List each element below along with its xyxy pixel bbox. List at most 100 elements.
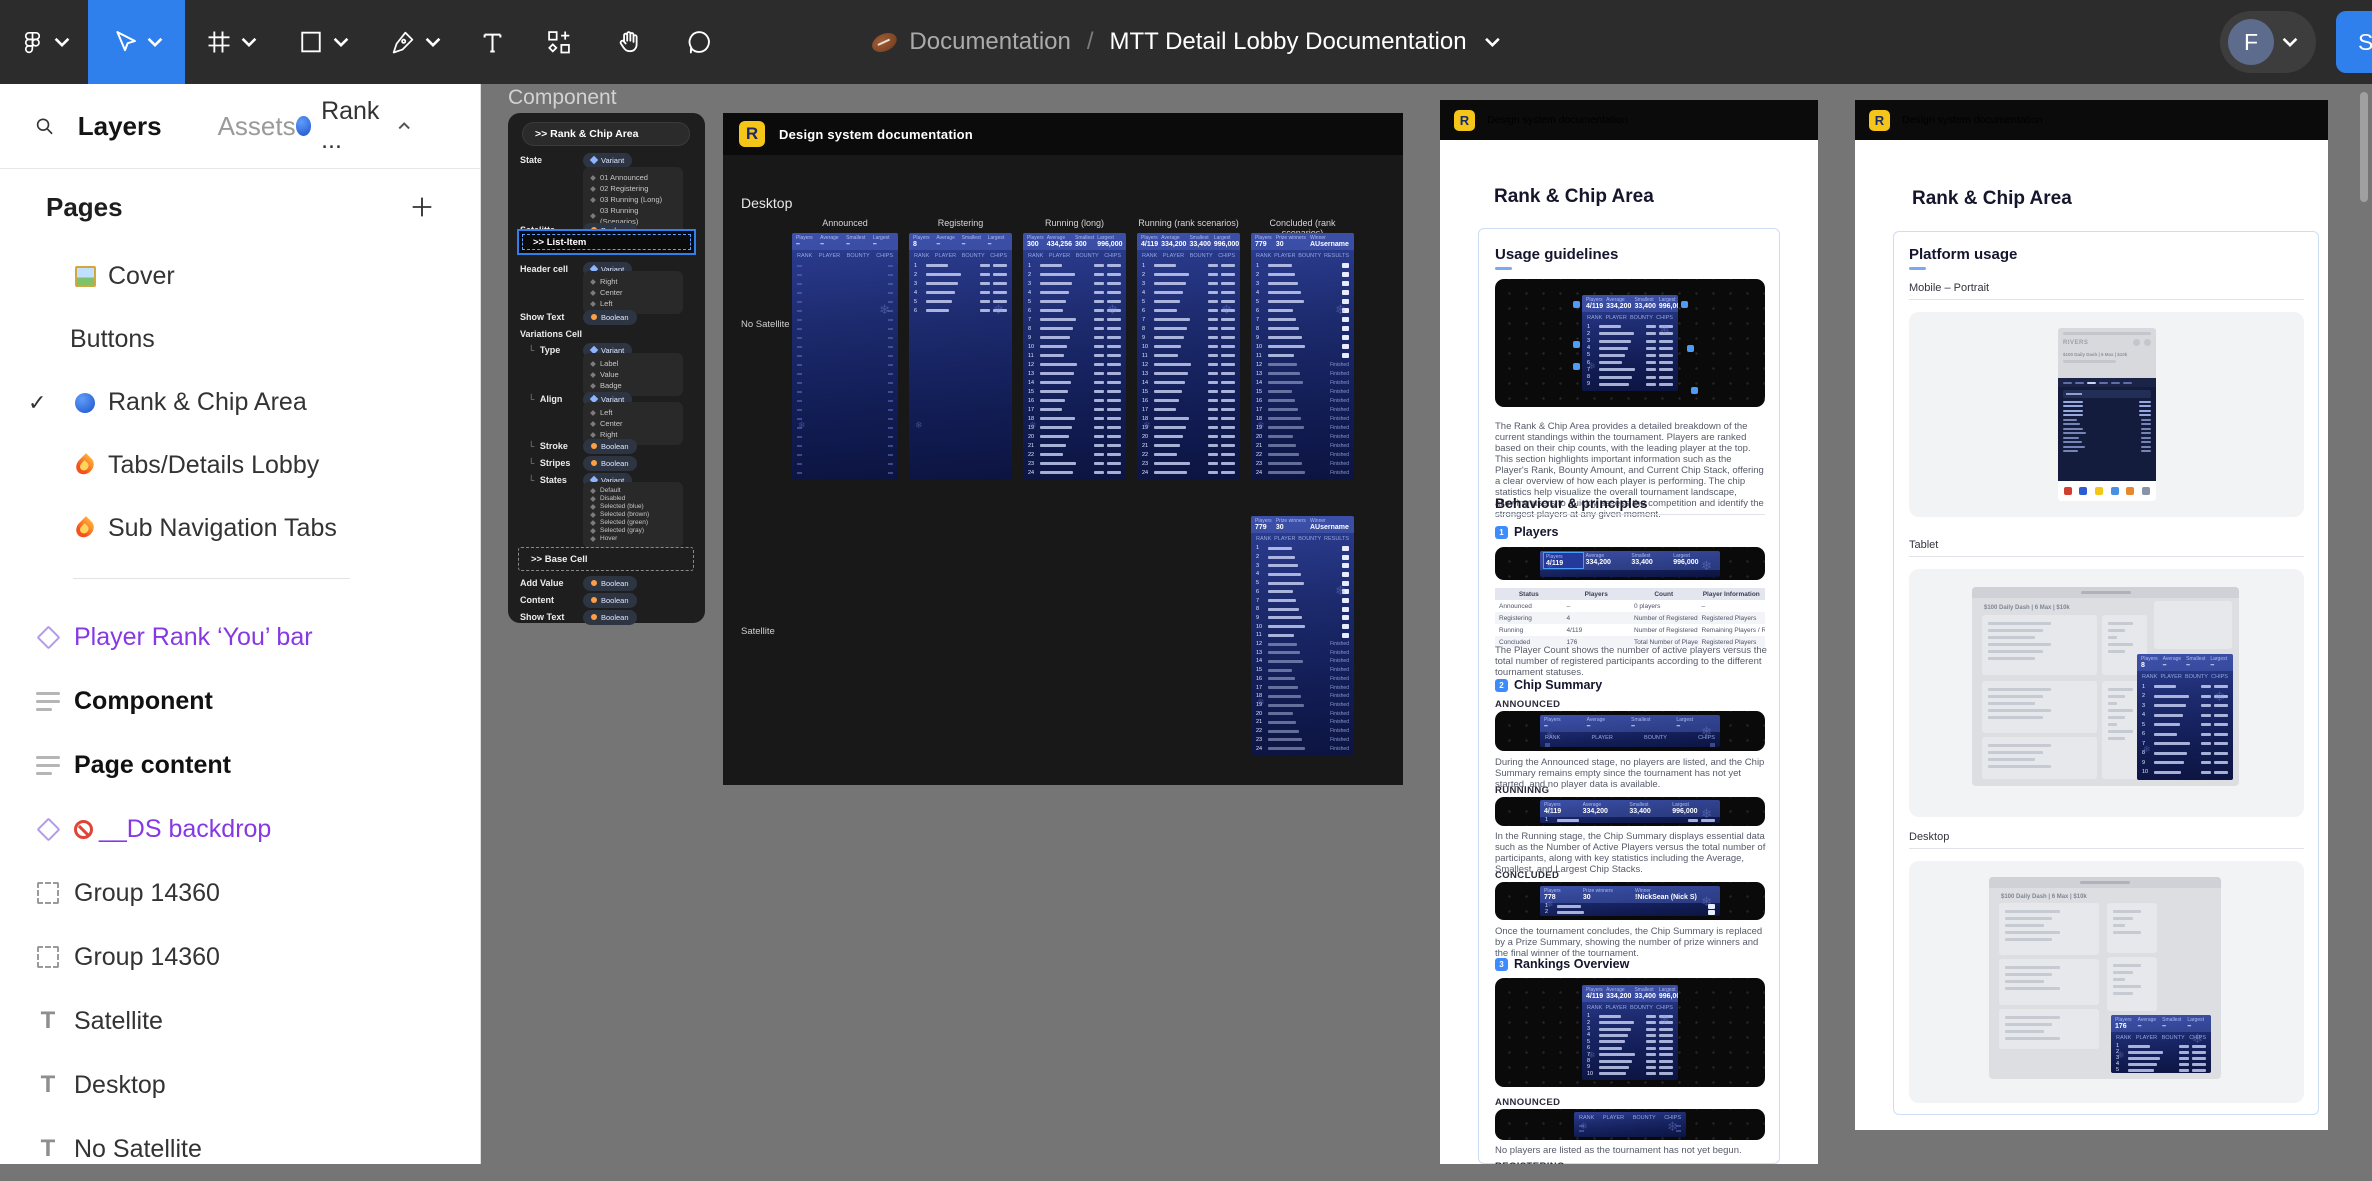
decoration [2179, 1051, 2189, 1054]
share-button[interactable]: Share [2336, 11, 2372, 73]
decoration [980, 282, 990, 285]
selected-list-item[interactable]: >> List-Item [517, 229, 696, 255]
decoration: 778 [1544, 894, 1580, 901]
table-row: 16Finished [1256, 675, 1349, 684]
result-badge [1342, 308, 1349, 313]
page-switcher[interactable]: Rank ... [296, 97, 410, 155]
pen-tool-button[interactable] [369, 0, 461, 84]
prop-badge-boolean[interactable]: Boolean [583, 456, 637, 471]
decoration [2214, 704, 2228, 707]
move-tool-button[interactable] [88, 0, 185, 84]
sidebar-page-item[interactable]: ✓Rank & Chip Area [0, 371, 480, 434]
left-sidebar: Layers Assets Rank ... Pages CoverButton… [0, 84, 481, 1164]
decoration [1154, 282, 1186, 285]
table-row: 19Finished [1256, 701, 1349, 710]
title-underline [1495, 267, 1512, 270]
decoration: Finished [1330, 425, 1349, 431]
concluded-strip-image: Players778Prize winners30Winner!NickSean… [1495, 882, 1765, 920]
breadcrumb-project[interactable]: Documentation [909, 28, 1070, 56]
frame-design-system-dark[interactable]: R Design system documentation Desktop No… [723, 113, 1403, 785]
sidebar-page-item[interactable]: Sub Navigation Tabs [0, 497, 480, 560]
breadcrumb-file-name[interactable]: MTT Detail Lobby Documentation [1110, 28, 1467, 56]
decoration [1659, 332, 1673, 335]
chevron-down-icon[interactable] [1485, 37, 1501, 47]
decoration: Running [1495, 624, 1563, 636]
layer-item[interactable]: TNo Satellite [0, 1117, 480, 1181]
table-row: 6 [1142, 306, 1235, 315]
prop-badge-variant[interactable]: Variant [583, 153, 632, 168]
decoration [1221, 345, 1235, 348]
prop-badge-boolean[interactable]: Boolean [583, 439, 637, 454]
stats-strip: Players778Prize winners30Winner!NickSean… [1540, 886, 1720, 903]
layer-item[interactable]: TSatellite [0, 989, 480, 1053]
prop-badge-boolean[interactable]: Boolean [583, 610, 637, 625]
decoration [1982, 737, 2097, 779]
sidebar-page-item[interactable]: Tabs/Details Lobby [0, 434, 480, 497]
table-row: 23Finished [1256, 735, 1349, 744]
frame-label-component[interactable]: Component [508, 86, 617, 110]
decoration [888, 382, 893, 384]
hand-tool-button[interactable] [595, 0, 663, 84]
decoration [888, 328, 893, 330]
decoration [1154, 345, 1181, 348]
decoration: 996,000 [1659, 303, 1678, 310]
decoration [2063, 423, 2151, 425]
layer-item[interactable]: Component [0, 669, 480, 733]
base-cell-item[interactable]: >> Base Cell [518, 547, 694, 571]
tablet-screenshot: $100 Daily Dash | 6 Max | $10k $5,878 1h… [1972, 587, 2239, 786]
sidebar-page-item[interactable]: Cover [0, 245, 480, 308]
add-page-button[interactable] [408, 193, 436, 221]
stat-cell: Players778 [1544, 888, 1580, 901]
tab-assets[interactable]: Assets [218, 111, 296, 142]
decoration: 8 [1256, 326, 1265, 332]
layer-item[interactable]: __DS backdrop [0, 797, 480, 861]
layer-item[interactable]: Player Rank ‘You’ bar [0, 605, 480, 669]
table-row: 5 [1028, 297, 1121, 306]
layer-item[interactable]: Group 14360 [0, 925, 480, 989]
decoration [1268, 327, 1299, 330]
layer-item[interactable]: TDesktop [0, 1053, 480, 1117]
prop-badge-boolean[interactable]: Boolean [583, 310, 637, 325]
decoration [2154, 752, 2187, 755]
tab-layers[interactable]: Layers [78, 111, 162, 142]
boolean-icon [591, 597, 597, 603]
decoration [993, 282, 1007, 285]
variant-option: Selected (blue) [591, 503, 675, 511]
decoration [36, 700, 60, 703]
component-properties-panel[interactable]: >> Rank & Chip Area StateVariant01 Annou… [508, 113, 705, 623]
frame-tool-button[interactable] [185, 0, 277, 84]
prop-badge-boolean[interactable]: Boolean [583, 576, 637, 591]
frame-usage-guidelines[interactable]: R Design system documentation Rank & Chi… [1440, 100, 1818, 1164]
figma-menu-button[interactable] [0, 0, 88, 84]
layer-item[interactable]: Group 14360 [0, 861, 480, 925]
decoration [1646, 368, 1656, 371]
actions-tool-button[interactable] [523, 0, 595, 84]
decoration: 14 [1028, 380, 1037, 386]
page-title: Rank & Chip Area [1912, 188, 2072, 210]
search-icon[interactable] [34, 113, 56, 140]
canvas[interactable]: Component >> Rank & Chip Area StateVaria… [481, 84, 2372, 1164]
table-row: 2 [1256, 270, 1349, 279]
decoration [2141, 432, 2151, 434]
table-row: 1 [1142, 261, 1235, 270]
decoration: Finished [1330, 685, 1349, 691]
table-row: 5 [1256, 579, 1349, 588]
decoration: Registered Players [1698, 612, 1766, 624]
account-menu[interactable]: F [2220, 11, 2316, 73]
shape-tool-button[interactable] [277, 0, 369, 84]
decoration: 17 [1028, 407, 1037, 413]
decoration [993, 273, 1007, 276]
decoration [1040, 363, 1077, 366]
text-tool-button[interactable] [461, 0, 523, 84]
stat-cell: Largest996,000 [1659, 987, 1678, 1000]
table-variant-label: Registering [909, 218, 1012, 228]
frame-platform-usage[interactable]: R Design system documentation Rank & Chi… [1855, 100, 2328, 1130]
layer-item[interactable]: Page content [0, 733, 480, 797]
doc-table-announced: Players–Average–Smallest–Largest–RANKPLA… [792, 233, 898, 480]
prop-badge-boolean[interactable]: Boolean [583, 593, 637, 608]
comment-tool-button[interactable] [663, 0, 735, 84]
decoration: CHIPS [1698, 735, 1715, 741]
table-row: 4 [1142, 288, 1235, 297]
canvas-scrollbar[interactable] [2360, 92, 2368, 202]
sidebar-page-item[interactable]: Buttons [0, 308, 480, 371]
